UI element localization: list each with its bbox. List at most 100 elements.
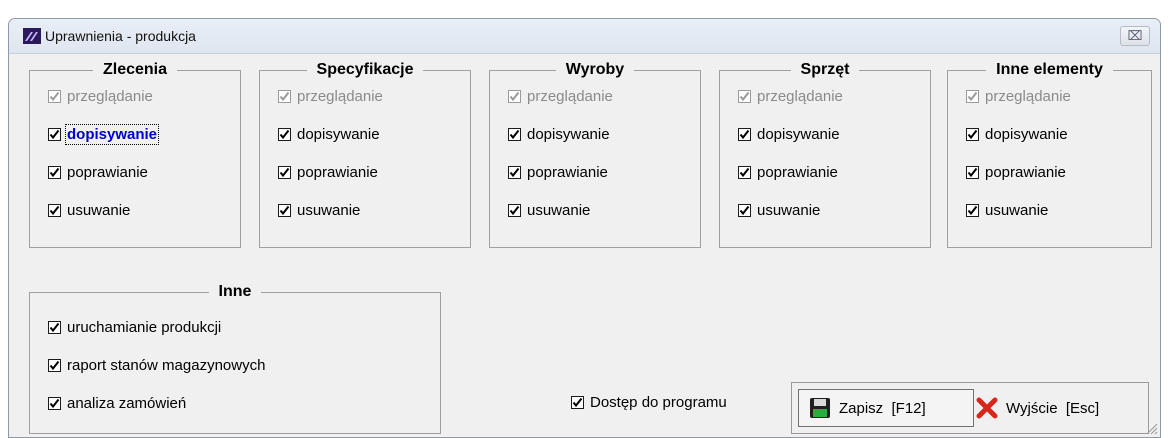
- checkbox-dopisywanie[interactable]: dopisywanie: [278, 124, 380, 144]
- checkbox-przeglądanie: przeglądanie: [278, 86, 383, 106]
- checkbox-label: usuwanie: [527, 201, 591, 219]
- close-icon: ⌧: [1127, 28, 1143, 43]
- checkmark-icon: [572, 397, 583, 407]
- checkbox-box[interactable]: [966, 165, 979, 179]
- checkbox-box[interactable]: [48, 165, 61, 179]
- red-x-icon: [976, 397, 998, 419]
- checkbox-box: [508, 89, 521, 103]
- checkbox-usuwanie[interactable]: usuwanie: [738, 200, 820, 220]
- checkbox-usuwanie[interactable]: usuwanie: [48, 200, 130, 220]
- checkbox-label: dopisywanie: [985, 125, 1068, 143]
- exit-button[interactable]: Wyjście [Esc]: [972, 389, 1144, 427]
- checkbox-przeglądanie: przeglądanie: [966, 86, 1071, 106]
- checkbox-usuwanie[interactable]: usuwanie: [508, 200, 590, 220]
- exit-button-label: Wyjście [Esc]: [1006, 399, 1100, 417]
- checkmark-icon: [967, 91, 978, 101]
- checkbox-box[interactable]: [508, 203, 521, 217]
- checkbox-label: Dostęp do programu: [590, 393, 727, 411]
- checkmark-icon: [49, 360, 60, 370]
- checkbox-box[interactable]: [508, 127, 521, 141]
- checkbox-label: poprawianie: [297, 163, 378, 181]
- checkbox-box[interactable]: [48, 396, 61, 410]
- checkbox-poprawianie[interactable]: poprawianie: [48, 162, 148, 182]
- group-title: Wyroby: [555, 61, 635, 78]
- checkbox-box[interactable]: [738, 165, 751, 179]
- group-2: Wyroby przeglądanie dopisywanie poprawianie…: [489, 61, 701, 248]
- group-title: Specyfikacje: [306, 61, 424, 78]
- checkbox-label: poprawianie: [67, 163, 148, 181]
- checkbox-box: [48, 89, 61, 103]
- checkbox-poprawianie[interactable]: poprawianie: [508, 162, 608, 182]
- checkbox-other-0[interactable]: uruchamianie produkcji: [48, 317, 221, 337]
- title-bar[interactable]: Uprawnienia - produkcja ⌧: [9, 19, 1160, 54]
- checkbox-label: dopisywanie: [64, 123, 160, 145]
- dialog-body: Zlecenia przeglądanie dopisywanie poprawian…: [9, 54, 1160, 437]
- checkbox-usuwanie[interactable]: usuwanie: [966, 200, 1048, 220]
- checkbox-poprawianie[interactable]: poprawianie: [966, 162, 1066, 182]
- checkmark-icon: [49, 167, 60, 177]
- group-title: Sprzęt: [790, 61, 860, 78]
- checkbox-box[interactable]: [48, 127, 61, 141]
- checkbox-poprawianie[interactable]: poprawianie: [278, 162, 378, 182]
- checkbox-dopisywanie[interactable]: dopisywanie: [508, 124, 610, 144]
- checkbox-other-1[interactable]: raport stanów magazynowych: [48, 355, 265, 375]
- resize-grip-icon[interactable]: [1144, 421, 1158, 435]
- group-title: Inne: [208, 283, 262, 300]
- checkbox-label: raport stanów magazynowych: [67, 356, 266, 374]
- checkbox-label: poprawianie: [527, 163, 608, 181]
- checkbox-label: usuwanie: [67, 201, 131, 219]
- checkbox-box[interactable]: [508, 165, 521, 179]
- checkbox-label: analiza zamówień: [67, 394, 187, 412]
- permissions-window: Uprawnienia - produkcja ⌧ Zlecenia przegl…: [8, 18, 1161, 438]
- checkbox-other-2[interactable]: analiza zamówień: [48, 393, 186, 413]
- checkmark-icon: [509, 205, 520, 215]
- checkmark-icon: [739, 129, 750, 139]
- checkbox-label: dopisywanie: [527, 125, 610, 143]
- checkbox-box[interactable]: [738, 127, 751, 141]
- checkmark-icon: [279, 129, 290, 139]
- checkbox-przeglądanie: przeglądanie: [738, 86, 843, 106]
- checkbox-box[interactable]: [278, 127, 291, 141]
- checkbox-box[interactable]: [571, 395, 584, 409]
- checkmark-icon: [509, 91, 520, 101]
- checkmark-icon: [49, 129, 60, 139]
- checkbox-dopisywanie[interactable]: dopisywanie: [738, 124, 840, 144]
- checkmark-icon: [279, 167, 290, 177]
- close-button[interactable]: ⌧: [1120, 26, 1150, 46]
- checkbox-dopisywanie[interactable]: dopisywanie: [48, 123, 160, 145]
- checkbox-box[interactable]: [48, 320, 61, 334]
- checkmark-icon: [49, 91, 60, 101]
- checkbox-label: uruchamianie produkcji: [67, 318, 222, 336]
- checkmark-icon: [739, 167, 750, 177]
- save-button-label: Zapisz [F12]: [839, 399, 926, 417]
- group-0: Zlecenia przeglądanie dopisywanie poprawian…: [29, 61, 241, 248]
- save-button[interactable]: Zapisz [F12]: [798, 389, 974, 427]
- checkbox-label: usuwanie: [985, 201, 1049, 219]
- group-4: Inne elementy przeglądanie dopisywanie popr…: [947, 61, 1152, 248]
- checkbox-box[interactable]: [48, 203, 61, 217]
- button-bar: Zapisz [F12] Wyjście [Esc]: [791, 382, 1149, 434]
- checkbox-box[interactable]: [966, 203, 979, 217]
- checkbox-poprawianie[interactable]: poprawianie: [738, 162, 838, 182]
- group-1: Specyfikacje przeglądanie dopisywanie popra…: [259, 61, 471, 248]
- checkbox-box[interactable]: [738, 203, 751, 217]
- checkmark-icon: [967, 167, 978, 177]
- access-checkbox[interactable]: Dostęp do programu: [571, 392, 727, 412]
- group-title: Zlecenia: [92, 61, 178, 78]
- checkbox-box[interactable]: [966, 127, 979, 141]
- checkbox-label: usuwanie: [757, 201, 821, 219]
- checkbox-dopisywanie[interactable]: dopisywanie: [966, 124, 1068, 144]
- checkbox-box[interactable]: [48, 358, 61, 372]
- checkbox-label: przeglądanie: [985, 87, 1071, 105]
- checkbox-label: przeglądanie: [67, 87, 153, 105]
- checkmark-icon: [509, 167, 520, 177]
- checkmark-icon: [967, 129, 978, 139]
- checkbox-box[interactable]: [278, 203, 291, 217]
- group-inne: Inne uruchamianie produkcji raport stanów…: [29, 283, 441, 434]
- checkbox-usuwanie[interactable]: usuwanie: [278, 200, 360, 220]
- checkmark-icon: [967, 205, 978, 215]
- checkbox-box: [738, 89, 751, 103]
- checkbox-box[interactable]: [278, 165, 291, 179]
- app-logo-icon: [23, 28, 41, 44]
- checkmark-icon: [509, 129, 520, 139]
